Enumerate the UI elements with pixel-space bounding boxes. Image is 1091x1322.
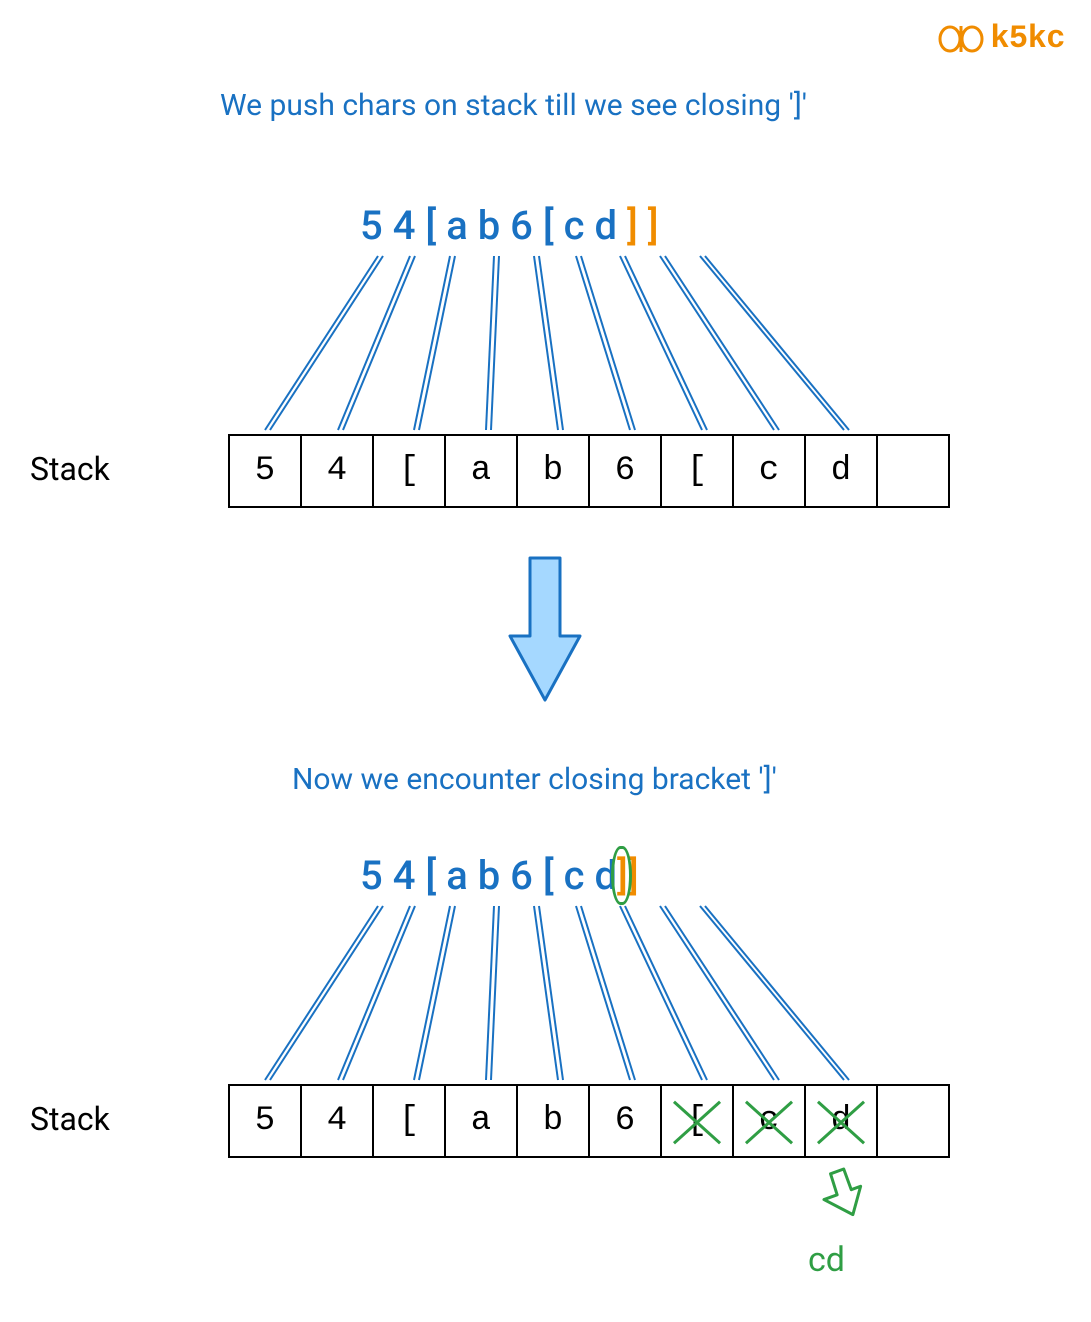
sequence-token	[415, 852, 425, 899]
sequence-token	[415, 202, 425, 249]
sequence-token	[533, 202, 543, 249]
sequence-token: d	[594, 202, 617, 249]
sequence-token: a	[446, 202, 468, 249]
step1-stack-label: Stack	[30, 450, 110, 488]
sequence-token: b	[478, 852, 500, 899]
sequence-token: [	[425, 852, 436, 899]
sequence-token	[554, 852, 564, 899]
stack-cell: [	[660, 1084, 734, 1158]
sequence-token: 4	[393, 852, 416, 899]
step2-result: cd	[808, 1240, 845, 1280]
stack-cell: c	[732, 434, 806, 508]
sequence-token: 4	[393, 202, 416, 249]
sequence-token: ]	[627, 202, 638, 249]
sequence-token: [	[543, 852, 554, 899]
result-arrow-icon	[820, 1166, 870, 1220]
sequence-token: b	[478, 202, 500, 249]
sequence-token: a	[446, 852, 468, 899]
stack-cell: [	[372, 434, 446, 508]
step2-sequence: 5 4 [ a b 6 [ c d]]	[360, 852, 639, 899]
sequence-token	[585, 202, 595, 249]
sequence-token	[436, 202, 446, 249]
sequence-token	[383, 852, 393, 899]
step1-title: We push chars on stack till we see closi…	[220, 88, 807, 123]
sequence-token	[500, 202, 510, 249]
sequence-token: c	[564, 202, 585, 249]
sequence-token	[436, 852, 446, 899]
step1-sequence: 5 4 [ a b 6 [ c d ] ]	[360, 202, 659, 249]
stack-cell: 4	[300, 434, 374, 508]
stack-cell: d	[804, 434, 878, 508]
stack-cell	[876, 1084, 950, 1158]
sequence-token	[500, 852, 510, 899]
stack-cell: a	[444, 434, 518, 508]
stack-cell: [	[372, 1084, 446, 1158]
stack-cell: 5	[228, 1084, 302, 1158]
stack-cell: [	[660, 434, 734, 508]
sequence-token	[554, 202, 564, 249]
stack-cell	[876, 434, 950, 508]
brand-logo: k5kc	[938, 20, 1065, 57]
step2-stack-label: Stack	[30, 1100, 110, 1138]
stack-cell: b	[516, 1084, 590, 1158]
stack-cell: 6	[588, 1084, 662, 1158]
sequence-token	[468, 202, 478, 249]
sequence-token	[585, 852, 595, 899]
sequence-token	[638, 202, 648, 249]
down-arrow-icon	[505, 554, 585, 704]
sequence-token	[383, 202, 393, 249]
stack-cell: b	[516, 434, 590, 508]
step2-stack: 54[ab6[cd	[228, 1084, 950, 1158]
stack-cell: 6	[588, 434, 662, 508]
sequence-token: ]	[617, 852, 628, 899]
sequence-token	[468, 852, 478, 899]
sequence-token: d	[594, 852, 617, 899]
step2-title: Now we encounter closing bracket ']'	[292, 762, 777, 797]
sequence-token: [	[543, 202, 554, 249]
sequence-token	[533, 852, 543, 899]
sequence-token: ]	[648, 202, 659, 249]
sequence-token	[617, 202, 627, 249]
stack-cell: 5	[228, 434, 302, 508]
stack-cell: 4	[300, 1084, 374, 1158]
stack-cell: d	[804, 1084, 878, 1158]
sequence-token: [	[425, 202, 436, 249]
sequence-token: ]	[628, 852, 639, 899]
stack-cell: a	[444, 1084, 518, 1158]
step1-stack: 54[ab6[cd	[228, 434, 950, 508]
butterfly-icon	[938, 24, 984, 54]
sequence-token: c	[564, 852, 585, 899]
brand-text: k5kc	[990, 20, 1065, 57]
stack-cell: c	[732, 1084, 806, 1158]
sequence-token: 5	[360, 202, 383, 249]
sequence-token: 6	[510, 202, 533, 249]
sequence-token: 5	[360, 852, 383, 899]
sequence-token: 6	[510, 852, 533, 899]
